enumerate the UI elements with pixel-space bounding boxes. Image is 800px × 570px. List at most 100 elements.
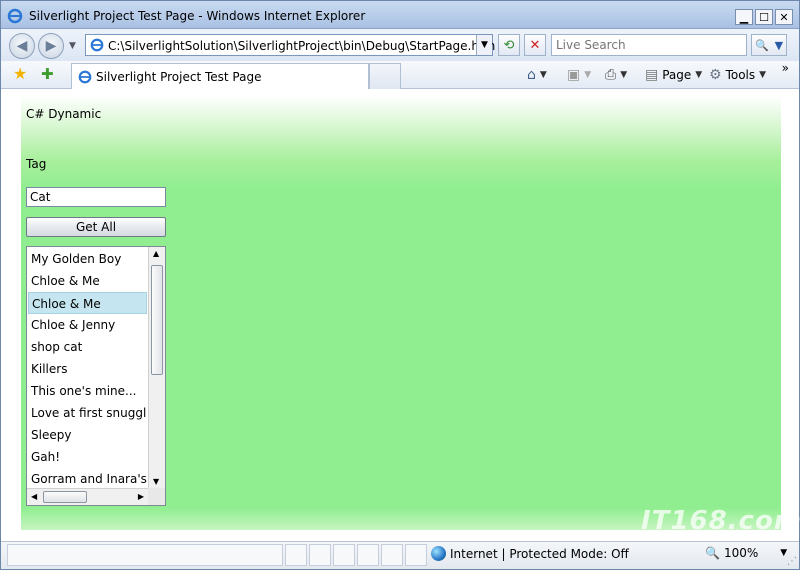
status-cell: [357, 544, 379, 566]
zoom-control[interactable]: 🔍 100% ▼: [705, 546, 787, 560]
refresh-button[interactable]: ⟲: [498, 34, 520, 56]
add-favorites-icon[interactable]: ✚: [41, 66, 57, 82]
list-item[interactable]: Chloe & Me: [28, 292, 147, 314]
minimize-button[interactable]: ▁: [735, 9, 753, 25]
security-zone-label: Internet | Protected Mode: Off: [450, 546, 629, 561]
scrollbar-corner: [148, 488, 165, 505]
back-arrow-icon: ◀: [16, 38, 28, 54]
status-bar: Internet | Protected Mode: Off 🔍 100% ▼ …: [1, 541, 799, 569]
search-button[interactable]: 🔍 ▼: [751, 34, 787, 56]
list-item[interactable]: Gorram and Inara's ": [28, 468, 147, 490]
globe-icon: [431, 546, 446, 561]
home-icon: ⌂: [527, 67, 536, 83]
stop-icon: ✕: [529, 37, 541, 53]
tools-menu-label: Tools: [725, 68, 756, 82]
status-cell: [309, 544, 331, 566]
tag-input[interactable]: [27, 188, 163, 206]
scroll-down-arrow-icon[interactable]: ▼: [153, 477, 159, 486]
back-button[interactable]: ◀: [9, 33, 35, 59]
list-item[interactable]: Gah!: [28, 446, 147, 468]
navigation-bar: ◀ ▶ ▼ C:\SilverlightSolution\Silverlight…: [1, 29, 799, 61]
page-menu-button[interactable]: ▤ Page ▼: [645, 66, 702, 84]
feeds-button[interactable]: ▣ ▼: [567, 66, 591, 84]
favorites-star-icon[interactable]: ★: [13, 66, 29, 82]
watermark-logo: IT168.com: [641, 506, 800, 536]
refresh-icon: ⟲: [503, 37, 515, 53]
horizontal-scroll-thumb[interactable]: [43, 491, 87, 503]
chevron-down-icon: ▼: [584, 70, 592, 80]
page-icon: ▤: [645, 67, 659, 83]
ie-icon: [78, 70, 92, 84]
ie-page-icon: [90, 38, 104, 52]
address-bar[interactable]: C:\SilverlightSolution\SilverlightProjec…: [85, 34, 496, 56]
ie-icon: [7, 8, 23, 24]
search-box[interactable]: [551, 34, 747, 56]
vertical-scroll-thumb[interactable]: [151, 265, 163, 375]
status-cell: [333, 544, 355, 566]
maximize-icon: ☐: [759, 10, 769, 24]
chevron-down-icon: ▼: [695, 70, 703, 80]
maximize-button[interactable]: ☐: [755, 9, 773, 25]
window-title: Silverlight Project Test Page - Windows …: [29, 9, 366, 23]
command-bar: ★ ✚ Silverlight Project Test Page ⌂ ▼ ▣ …: [1, 61, 799, 89]
zoom-icon: 🔍: [705, 546, 720, 560]
scroll-right-arrow-icon[interactable]: ▶: [138, 492, 144, 501]
chevron-down-icon: ▼: [620, 70, 628, 80]
chevron-down-icon: ▼: [759, 70, 767, 80]
list-item[interactable]: Chloe & Jenny: [28, 314, 147, 336]
get-all-button[interactable]: Get All: [26, 217, 166, 237]
list-item[interactable]: This one's mine...: [28, 380, 147, 402]
chevron-down-icon: ▼: [539, 70, 547, 80]
forward-button[interactable]: ▶: [38, 33, 64, 59]
close-button[interactable]: ✕: [775, 9, 793, 25]
list-item[interactable]: Love at first snuggle.: [28, 402, 147, 424]
search-options-chevron-icon: ▼: [774, 38, 784, 52]
browser-window: Silverlight Project Test Page - Windows …: [0, 0, 800, 570]
search-icon: 🔍: [754, 38, 769, 52]
list-item[interactable]: shop cat: [28, 336, 147, 358]
zoom-level: 100%: [723, 546, 759, 560]
stop-button[interactable]: ✕: [524, 34, 546, 56]
status-cell: [381, 544, 403, 566]
list-item[interactable]: Killers: [28, 358, 147, 380]
tag-label: Tag: [26, 157, 47, 171]
close-icon: ✕: [779, 10, 789, 24]
forward-arrow-icon: ▶: [45, 38, 57, 54]
list-item[interactable]: My Golden Boy: [28, 248, 147, 270]
list-item[interactable]: Chloe & Me: [28, 270, 147, 292]
feeds-icon: ▣: [567, 67, 581, 83]
results-listbox[interactable]: Gorram and Inara's " Gah! Sleepy Love at fi…: [26, 246, 166, 506]
window-controls: ▁ ☐ ✕: [735, 9, 793, 25]
status-cell: [285, 544, 307, 566]
scroll-left-arrow-icon[interactable]: ◀: [31, 492, 37, 501]
tag-textbox[interactable]: [26, 187, 166, 207]
page-menu-label: Page: [662, 68, 692, 82]
tab-title: Silverlight Project Test Page: [96, 70, 262, 84]
list-item[interactable]: Sleepy: [28, 424, 147, 446]
recent-pages-dropdown[interactable]: ▼: [69, 41, 76, 51]
tab-silverlight-test-page[interactable]: Silverlight Project Test Page: [71, 63, 369, 89]
new-tab-button[interactable]: [369, 63, 401, 89]
page-heading: C# Dynamic: [26, 107, 102, 121]
resize-grip-icon[interactable]: ⋰: [787, 556, 797, 567]
home-button[interactable]: ⌂ ▼: [527, 66, 547, 84]
security-zone[interactable]: Internet | Protected Mode: Off: [431, 546, 629, 561]
page-content: C# Dynamic Tag Get All Gorram and Inara'…: [9, 90, 791, 540]
more-tools-chevron-icon[interactable]: »: [782, 61, 789, 75]
gear-icon: ⚙: [709, 67, 722, 83]
address-dropdown-button[interactable]: ▼: [476, 35, 492, 55]
search-input[interactable]: [552, 35, 742, 55]
print-icon: ⎙: [605, 67, 617, 83]
address-url: C:\SilverlightSolution\SilverlightProjec…: [108, 39, 496, 53]
status-text-cell: [7, 544, 283, 566]
print-button[interactable]: ⎙ ▼: [605, 66, 627, 84]
status-cell: [405, 544, 427, 566]
tools-menu-button[interactable]: ⚙ Tools ▼: [709, 66, 766, 84]
scroll-up-arrow-icon[interactable]: ▲: [153, 249, 159, 258]
horizontal-scrollbar[interactable]: ◀ ▶: [27, 488, 148, 505]
minimize-icon: ▁: [739, 10, 749, 24]
title-bar: Silverlight Project Test Page - Windows …: [1, 1, 799, 29]
chevron-down-icon: ▼: [481, 40, 488, 50]
vertical-scrollbar[interactable]: ▲ ▼: [148, 247, 165, 488]
silverlight-host: C# Dynamic Tag Get All Gorram and Inara'…: [21, 90, 781, 528]
